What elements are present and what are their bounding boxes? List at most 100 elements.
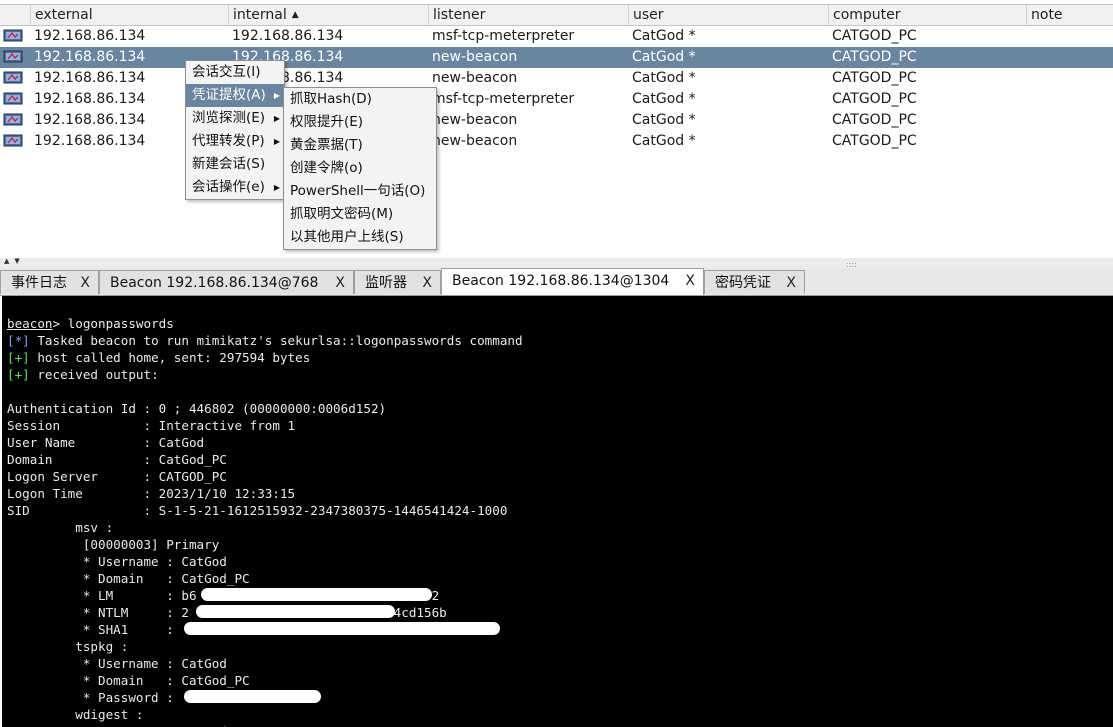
cell-note <box>1026 131 1030 152</box>
cell-listener: new-beacon <box>432 133 518 149</box>
windows-session-icon <box>3 92 23 105</box>
menu-item[interactable]: 凭证提权(A) ▶ <box>186 84 284 107</box>
cell-note <box>1026 26 1030 47</box>
console-sent-line: [+] host called home, sent: 297594 bytes <box>7 349 523 366</box>
submenu-item[interactable]: 创建令牌(o) <box>284 157 436 180</box>
submenu-arrow-icon: ▶ <box>273 137 280 146</box>
pane-splitter[interactable]: ▲▼ :::: <box>0 257 1113 269</box>
output-line: SID : S-1-5-21-1612515932-2347380375-144… <box>7 503 508 518</box>
task-text: Tasked beacon to run mimikatz's sekurlsa… <box>29 333 523 348</box>
cell-user: CatGod * <box>632 70 696 86</box>
splitter-collapse-icon[interactable]: ▲▼ <box>4 257 25 265</box>
output-line: * Domain : CatGod_PC <box>7 673 250 688</box>
output-line: Logon Server : CATGOD_PC <box>7 469 227 484</box>
cell-user: CatGod * <box>632 28 696 44</box>
tab-label: 监听器 <box>365 275 407 291</box>
tab-bar: 事件日志 X Beacon 192.168.86.134@768 X 监听器 X Beaco… <box>0 268 1113 296</box>
menu-item[interactable]: 浏览探测(E) ▶ <box>186 107 284 130</box>
console-output: beacon> logonpasswords [*] Tasked beacon… <box>7 315 523 727</box>
ok-marker: [+] <box>7 350 30 365</box>
tab-label: 密码凭证 <box>715 275 771 291</box>
tab[interactable]: Beacon 192.168.86.134@1304 X <box>441 268 704 295</box>
close-icon[interactable]: X <box>422 271 432 295</box>
submenu-arrow-icon: ▶ <box>273 114 280 123</box>
tab[interactable]: Beacon 192.168.86.134@768 X <box>99 270 354 294</box>
cell-external: 192.168.86.134 <box>34 91 146 107</box>
table-header: external internal ▲ listener user compute… <box>0 4 1113 26</box>
beacon-console[interactable]: beacon> logonpasswords [*] Tasked beacon… <box>2 296 1113 727</box>
table-row[interactable]: 192.168.86.134192.168.86.134new-beaconCa… <box>0 47 1113 68</box>
table-row[interactable]: 192.168.86.134192.168.86.134msf-tcp-mete… <box>0 89 1113 110</box>
menu-item[interactable]: 会话交互(I) <box>186 61 284 84</box>
column-header-computer[interactable]: computer <box>828 5 1026 26</box>
session-context-menu: 会话交互(I) 凭证提权(A) ▶ 浏览探测(E) ▶ 代理转发(P) ▶ 新建会话(S) 会话… <box>185 60 285 200</box>
cell-external: 192.168.86.134 <box>34 28 146 44</box>
tab-label: 事件日志 <box>11 275 67 291</box>
menu-item[interactable]: 代理转发(P) ▶ <box>186 130 284 153</box>
cell-note <box>1026 89 1030 110</box>
info-marker: [*] <box>7 333 30 348</box>
menu-item[interactable]: 会话操作(e) ▶ <box>186 176 284 199</box>
ok-marker: [+] <box>7 367 30 382</box>
close-icon[interactable]: X <box>335 271 345 295</box>
redaction-mark <box>201 588 432 601</box>
output-line: tspkg : <box>7 639 129 654</box>
windows-session-icon <box>3 134 23 147</box>
windows-session-icon <box>3 71 23 84</box>
table-row[interactable]: 192.168.86.134192.168.86.134new-beaconCa… <box>0 131 1113 152</box>
column-header-listener[interactable]: listener <box>428 5 628 26</box>
submenu-item[interactable]: PowerShell一句话(O) <box>284 180 436 203</box>
sort-ascending-icon: ▲ <box>291 10 299 20</box>
tab-label: Beacon 192.168.86.134@1304 <box>452 273 670 289</box>
windows-session-icon <box>3 50 23 63</box>
cell-user: CatGod * <box>632 112 696 128</box>
windows-session-icon <box>3 113 23 126</box>
console-prompt: beacon <box>7 316 53 331</box>
submenu-item[interactable]: 黄金票据(T) <box>284 134 436 157</box>
menu-item[interactable]: 新建会话(S) <box>186 153 284 176</box>
column-header-internal[interactable]: internal ▲ <box>228 5 428 26</box>
output-line: Authentication Id : 0 ; 446802 (00000000… <box>7 401 387 416</box>
console-command: > logonpasswords <box>52 316 174 331</box>
cell-note <box>1026 47 1030 68</box>
tab[interactable]: 密码凭证 X <box>704 270 805 294</box>
cell-listener: msf-tcp-meterpreter <box>432 91 575 107</box>
tab[interactable]: 监听器 X <box>354 270 441 294</box>
column-header-note[interactable]: note <box>1026 5 1113 26</box>
output-line: * Username : CatGod <box>7 656 227 671</box>
close-icon[interactable]: X <box>786 271 796 295</box>
cell-listener: new-beacon <box>432 112 518 128</box>
submenu-item[interactable]: 以其他用户上线(S) <box>284 226 436 249</box>
close-icon[interactable]: X <box>685 269 695 294</box>
output-line: msv : <box>7 520 114 535</box>
submenu-item[interactable]: 抓取Hash(D) <box>284 88 436 111</box>
cell-computer: CATGOD_PC <box>832 112 917 128</box>
submenu-item[interactable]: 权限提升(E) <box>284 111 436 134</box>
menu-item-label: 会话交互(I) <box>192 64 261 80</box>
console-command-line: beacon> logonpasswords <box>7 315 523 332</box>
submenu-arrow-icon: ▶ <box>273 91 280 100</box>
cell-user: CatGod * <box>632 91 696 107</box>
table-row[interactable]: 192.168.86.134192.168.86.134new-beaconCa… <box>0 68 1113 89</box>
redaction-mark <box>184 690 321 703</box>
cell-external: 192.168.86.134 <box>34 133 146 149</box>
output-line: * Username : CatGod <box>7 554 227 569</box>
cell-external: 192.168.86.134 <box>34 70 146 86</box>
table-row[interactable]: 192.168.86.134192.168.86.134msf-tcp-mete… <box>0 26 1113 47</box>
sessions-table: external internal ▲ listener user compute… <box>0 0 1113 259</box>
cell-computer: CATGOD_PC <box>832 70 917 86</box>
cell-computer: CATGOD_PC <box>832 133 917 149</box>
tab[interactable]: 事件日志 X <box>0 270 99 294</box>
redaction-mark <box>196 605 395 618</box>
cell-listener: msf-tcp-meterpreter <box>432 28 575 44</box>
table-row[interactable]: 192.168.86.134192.168.86.134new-beaconCa… <box>0 110 1113 131</box>
column-header-user[interactable]: user <box>628 5 828 26</box>
menu-item-label: 凭证提权(A) <box>192 87 266 103</box>
menu-item-label: 会话操作(e) <box>192 179 265 195</box>
close-icon[interactable]: X <box>80 271 90 295</box>
submenu-item[interactable]: 抓取明文密码(M) <box>284 203 436 226</box>
column-header-external[interactable]: external <box>30 5 228 26</box>
cell-note <box>1026 68 1030 89</box>
cell-external: 192.168.86.134 <box>34 112 146 128</box>
